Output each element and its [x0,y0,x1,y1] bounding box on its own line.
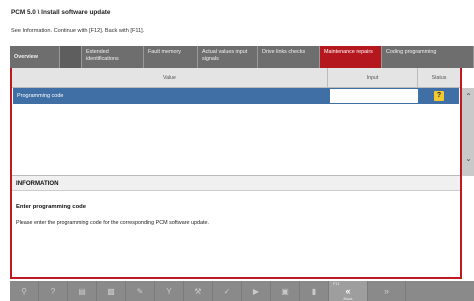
tab-actual-values[interactable]: Actual values input signals [198,46,258,68]
programming-code-input[interactable] [329,88,419,104]
wrench-icon[interactable]: ⚒ [184,281,213,301]
information-text: Please enter the programming code for th… [16,220,209,226]
next-button[interactable]: » [368,281,406,301]
check-icon[interactable]: ✓ [213,281,242,301]
tab-maintenance-repairs[interactable]: Maintenance repairs [320,46,382,68]
back-label: Back [343,296,353,301]
value-table-panel: Value Input Status Programming code ? [10,68,462,175]
table-row[interactable]: Programming code ? [13,88,459,104]
tab-extended-identifications[interactable]: Extended identifications [82,46,144,68]
next-arrow-icon: » [383,286,389,296]
chart-icon[interactable]: ▩ [97,281,126,301]
connect-icon[interactable]: ▶ [242,281,271,301]
scroll-up-icon[interactable]: ⌃ [463,92,474,102]
tab-fault-memory[interactable]: Fault memory [144,46,198,68]
tab-blank[interactable] [60,46,82,68]
tab-coding-programming[interactable]: Coding programming [382,46,474,68]
table-header: Value Input Status [12,68,460,88]
programming-code-label[interactable]: Programming code [13,88,329,104]
app-window: PCM 5.0 \ Install software update See In… [0,0,474,301]
print-icon[interactable]: ▣ [271,281,300,301]
column-header-input: Input [328,68,418,87]
filter-icon[interactable]: Y [155,281,184,301]
column-header-status: Status [431,75,447,81]
function-toolbar: ⚲ ? ▤ ▩ ✎ Y ⚒ ✓ ▶ ▣ ▮ F11 « Back » [10,281,474,301]
tab-bar: Overview Extended identifications Fault … [10,46,474,68]
information-panel: INFORMATION Enter programming code Pleas… [10,175,462,279]
back-arrow-icon: « [345,286,351,296]
information-title: Enter programming code [16,204,87,210]
question-status-icon: ? [434,91,444,101]
tab-drive-links-checks[interactable]: Drive links checks [258,46,320,68]
edit-icon[interactable]: ✎ [126,281,155,301]
search-icon[interactable]: ⚲ [10,281,39,301]
page-subtitle: See Information. Continue with [F12]. Ba… [11,28,145,34]
column-header-value: Value [12,68,328,87]
list-icon[interactable]: ▤ [68,281,97,301]
page-title: PCM 5.0 \ Install software update [11,9,111,16]
help-icon[interactable]: ? [39,281,68,301]
scroll-down-icon[interactable]: ⌄ [463,154,474,164]
status-cell: ? [419,88,459,104]
back-button[interactable]: F11 « Back [329,281,368,301]
information-header: INFORMATION [12,175,460,191]
tab-overview[interactable]: Overview [10,46,60,68]
settings-icon[interactable]: ▮ [300,281,329,301]
f11-key-label: F11 [333,281,340,286]
